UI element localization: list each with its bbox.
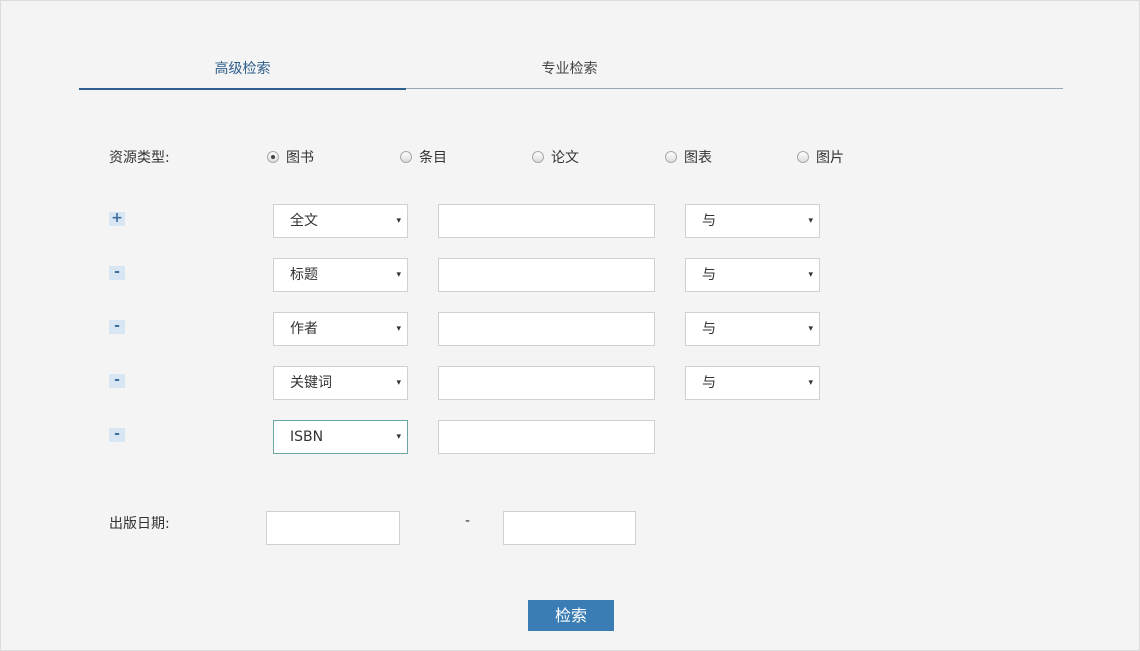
radio-label: 论文	[551, 150, 579, 166]
add-row-button[interactable]: +	[109, 211, 125, 226]
radio-checked-icon[interactable]	[267, 151, 279, 163]
logic-select-value: 与	[702, 213, 716, 229]
remove-row-button[interactable]: -	[109, 427, 125, 442]
field-select[interactable]: 标题 ▾	[273, 258, 408, 292]
search-button[interactable]: 检索	[528, 600, 614, 631]
logic-select[interactable]: 与 ▾	[685, 312, 820, 346]
tab-professional-search[interactable]: 专业检索	[406, 49, 733, 89]
logic-select[interactable]: 与 ▾	[685, 258, 820, 292]
radio-entry[interactable]: 条目	[400, 147, 447, 167]
date-separator: -	[465, 513, 471, 529]
search-tabs: 高级检索 专业检索	[79, 49, 1063, 90]
chevron-down-icon: ▾	[808, 270, 813, 280]
page-frame: 高级检索 专业检索 资源类型: 图书 条目 论文 图表 图片 + 全文 ▾ 与 …	[0, 0, 1140, 651]
field-select-value: 作者	[290, 321, 318, 337]
field-select[interactable]: 关键词 ▾	[273, 366, 408, 400]
field-select-value: 全文	[290, 213, 318, 229]
remove-row-button[interactable]: -	[109, 373, 125, 388]
tab-advanced-search[interactable]: 高级检索	[79, 49, 406, 90]
radio-label: 图表	[684, 150, 712, 166]
chevron-down-icon: ▾	[396, 324, 401, 334]
field-select-value: ISBN	[290, 429, 324, 445]
search-term-input[interactable]	[438, 366, 655, 400]
logic-select-value: 与	[702, 375, 716, 391]
logic-select[interactable]: 与 ▾	[685, 204, 820, 238]
radio-image[interactable]: 图片	[797, 147, 844, 167]
radio-label: 条目	[419, 150, 447, 166]
search-term-input[interactable]	[438, 312, 655, 346]
chevron-down-icon: ▾	[808, 378, 813, 388]
publish-date-label: 出版日期:	[109, 516, 170, 532]
radio-unchecked-icon[interactable]	[532, 151, 544, 163]
remove-row-button[interactable]: -	[109, 319, 125, 334]
logic-select-value: 与	[702, 321, 716, 337]
field-select[interactable]: ISBN ▾	[273, 420, 408, 454]
field-select-value: 标题	[290, 267, 318, 283]
radio-thesis[interactable]: 论文	[532, 147, 579, 167]
radio-chart[interactable]: 图表	[665, 147, 712, 167]
resource-type-label: 资源类型:	[109, 150, 170, 166]
field-select[interactable]: 作者 ▾	[273, 312, 408, 346]
chevron-down-icon: ▾	[396, 432, 401, 442]
logic-select[interactable]: 与 ▾	[685, 366, 820, 400]
radio-label: 图片	[816, 150, 844, 166]
chevron-down-icon: ▾	[396, 216, 401, 226]
date-to-input[interactable]	[503, 511, 636, 545]
radio-unchecked-icon[interactable]	[797, 151, 809, 163]
chevron-down-icon: ▾	[808, 216, 813, 226]
date-from-input[interactable]	[266, 511, 400, 545]
radio-book[interactable]: 图书	[267, 147, 314, 167]
radio-unchecked-icon[interactable]	[665, 151, 677, 163]
search-term-input[interactable]	[438, 420, 655, 454]
remove-row-button[interactable]: -	[109, 265, 125, 280]
chevron-down-icon: ▾	[396, 270, 401, 280]
radio-unchecked-icon[interactable]	[400, 151, 412, 163]
search-term-input[interactable]	[438, 204, 655, 238]
radio-label: 图书	[286, 150, 314, 166]
field-select-value: 关键词	[290, 375, 332, 391]
chevron-down-icon: ▾	[396, 378, 401, 388]
search-term-input[interactable]	[438, 258, 655, 292]
logic-select-value: 与	[702, 267, 716, 283]
chevron-down-icon: ▾	[808, 324, 813, 334]
field-select[interactable]: 全文 ▾	[273, 204, 408, 238]
